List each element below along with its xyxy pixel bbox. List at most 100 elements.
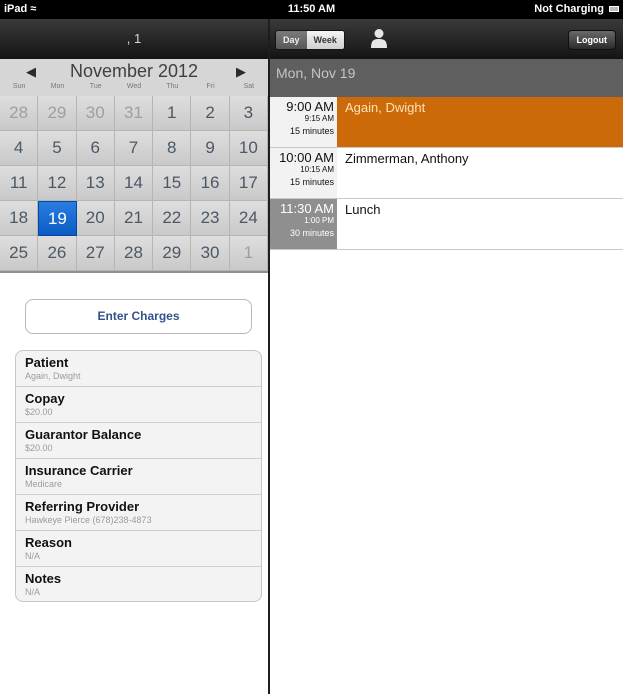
calendar-day[interactable]: 16: [191, 166, 230, 201]
calendar-day[interactable]: 29: [38, 96, 77, 131]
status-time: 11:50 AM: [287, 3, 336, 15]
appointment-details: Patient Again, Dwight Copay $20.00 Guarantor…: [15, 350, 262, 602]
appointment-duration: 15 minutes: [289, 126, 334, 136]
calendar-month-title: November 2012: [69, 61, 199, 81]
calendar-day[interactable]: 6: [76, 131, 115, 166]
logout-button[interactable]: Logout: [567, 30, 616, 50]
calendar-day[interactable]: 24: [229, 201, 268, 236]
calendar-day[interactable]: 1: [153, 96, 192, 131]
calendar-day[interactable]: 2: [191, 96, 230, 131]
calendar-day[interactable]: 12: [38, 166, 77, 201]
detail-row: Copay $20.00: [16, 387, 261, 423]
detail-label: Notes: [25, 571, 62, 586]
calendar-day[interactable]: 11: [0, 166, 39, 201]
calendar-day[interactable]: 9: [191, 131, 230, 166]
status-bar: iPad ≈ 11:50 AM Not Charging: [0, 0, 623, 19]
calendar-day[interactable]: 1: [229, 236, 268, 271]
appointment-end-time: 1:00 PM: [304, 216, 334, 225]
appointment-name: Zimmerman, Anthony: [337, 148, 623, 198]
detail-row: Referring Provider Hawkeye Pierce (678)23…: [16, 495, 261, 531]
calendar-day[interactable]: 14: [114, 166, 154, 201]
detail-label: Patient: [25, 355, 69, 370]
calendar-day[interactable]: 29: [153, 236, 192, 271]
weekday-label: Thu: [166, 83, 179, 90]
calendar-day[interactable]: 10: [229, 131, 268, 166]
calendar-day[interactable]: 19: [38, 201, 77, 236]
calendar-day[interactable]: 22: [153, 201, 192, 236]
calendar-day[interactable]: 30: [191, 236, 230, 271]
appointment-start-time: 10:00 AM: [279, 150, 334, 165]
appointment-row[interactable]: 9:00 AM 9:15 AM 15 minutes Again, Dwight: [270, 97, 623, 148]
detail-value: Again, Dwight: [25, 371, 81, 381]
calendar-day[interactable]: 21: [114, 201, 154, 236]
calendar-day[interactable]: 17: [229, 166, 268, 201]
schedule-date: Mon, Nov 19: [270, 59, 623, 97]
appointment-list: 9:00 AM 9:15 AM 15 minutes Again, Dwight 10:…: [270, 97, 623, 250]
detail-row: Reason N/A: [16, 531, 261, 567]
appointment-end-time: 9:15 AM: [304, 114, 334, 123]
calendar-day[interactable]: 13: [76, 166, 115, 201]
detail-value: N/A: [25, 587, 41, 597]
status-charging: Not Charging: [534, 3, 619, 15]
appointment-duration: 15 minutes: [289, 177, 334, 187]
calendar-grid: 28 29 30 31 1 2 3 4 5 6 7 8 9 10 11 12 13 14 15 16 17 18 19 20 2…: [0, 96, 268, 271]
calendar-day[interactable]: 5: [38, 131, 77, 166]
appointment-time: 10:00 AM 10:15 AM 15 minutes: [270, 148, 337, 198]
appointment-name: Lunch: [337, 199, 623, 249]
weekday-label: Sat: [243, 83, 255, 90]
calendar-day[interactable]: 3: [229, 96, 268, 131]
calendar-day[interactable]: 7: [114, 131, 154, 166]
enter-charges-button[interactable]: Enter Charges: [25, 299, 252, 334]
detail-label: Guarantor Balance: [25, 427, 142, 442]
weekday-label: Mon: [50, 83, 65, 90]
calendar-day[interactable]: 28: [0, 96, 39, 131]
detail-label: Referring Provider: [25, 499, 140, 514]
calendar-day[interactable]: 23: [191, 201, 230, 236]
calendar-day[interactable]: 30: [76, 96, 115, 131]
weekday-label: Sun: [12, 83, 26, 90]
calendar-day[interactable]: 8: [153, 131, 192, 166]
person-icon[interactable]: [371, 28, 387, 48]
next-month-button[interactable]: ▶: [236, 64, 246, 80]
detail-row: Insurance Carrier Medicare: [16, 459, 261, 495]
detail-row: Notes N/A: [16, 567, 261, 601]
calendar-day[interactable]: 31: [114, 96, 154, 131]
weekday-label: Tue: [89, 83, 102, 90]
month-calendar: ◀ November 2012 ▶ Sun Mon Tue Wed Thu Fr…: [0, 59, 268, 273]
detail-row: Patient Again, Dwight: [16, 351, 261, 387]
appointment-start-time: 9:00 AM: [286, 99, 334, 114]
detail-label: Insurance Carrier: [25, 463, 133, 478]
view-segmented-control: Day Week: [275, 30, 345, 50]
battery-icon: [609, 6, 619, 13]
appointment-time: 11:30 AM 1:00 PM 30 minutes: [270, 199, 337, 249]
appointment-start-time: 11:30 AM: [280, 201, 334, 216]
calendar-day[interactable]: 25: [0, 236, 39, 271]
calendar-weekdays: Sun Mon Tue Wed Thu Fri Sat: [0, 83, 268, 94]
calendar-day[interactable]: 26: [38, 236, 77, 271]
app-window: iPad ≈ 11:50 AM Not Charging , 1 ◀ Novem…: [0, 0, 623, 694]
detail-value: $20.00: [25, 443, 53, 453]
calendar-day[interactable]: 27: [76, 236, 115, 271]
detail-value: Medicare: [25, 479, 63, 489]
calendar-header: ◀ November 2012 ▶: [0, 59, 268, 83]
left-header: , 1: [0, 19, 268, 59]
calendar-day[interactable]: 20: [76, 201, 115, 236]
calendar-day[interactable]: 15: [153, 166, 192, 201]
calendar-day[interactable]: 28: [114, 236, 154, 271]
appointment-end-time: 10:15 AM: [300, 165, 334, 174]
detail-value: N/A: [25, 551, 41, 561]
detail-value: $20.00: [25, 407, 53, 417]
appointment-name: Again, Dwight: [337, 97, 623, 147]
calendar-day[interactable]: 18: [0, 201, 39, 236]
charging-text: Not Charging: [534, 3, 604, 15]
schedule-toolbar: Day Week Logout: [270, 19, 623, 59]
week-view-button[interactable]: Week: [306, 31, 344, 49]
detail-label: Reason: [25, 535, 72, 550]
detail-label: Copay: [25, 391, 65, 406]
calendar-day[interactable]: 4: [0, 131, 39, 166]
appointment-row[interactable]: 10:00 AM 10:15 AM 15 minutes Zimmerman, Ant…: [270, 148, 623, 199]
detail-value: Hawkeye Pierce (678)238-4873: [25, 515, 152, 525]
day-view-button[interactable]: Day: [276, 31, 307, 49]
appointment-row[interactable]: 11:30 AM 1:00 PM 30 minutes Lunch: [270, 199, 623, 250]
detail-row: Guarantor Balance $20.00: [16, 423, 261, 459]
